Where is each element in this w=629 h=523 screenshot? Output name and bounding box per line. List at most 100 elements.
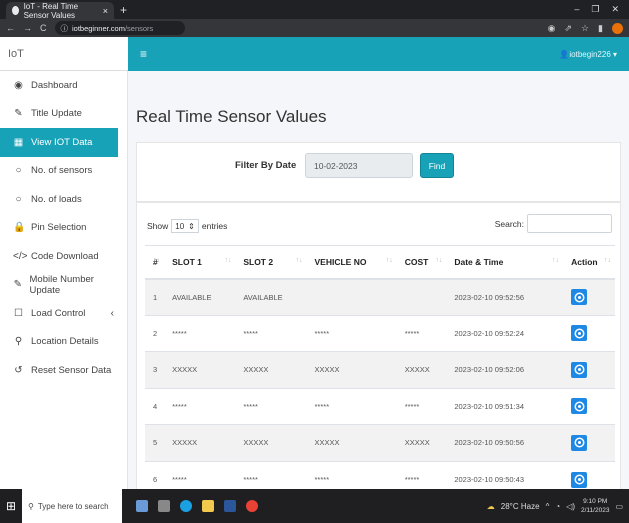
column-header[interactable]: SLOT 1 ↑↓ <box>164 245 236 280</box>
table-cell: ***** <box>235 314 307 352</box>
column-header[interactable]: VEHICLE NO ↑↓ <box>306 245 397 280</box>
table-cell: AVAILABLE <box>164 278 236 315</box>
table-row: 4 ***** ***** ***** ***** 2023-02-10 09:51:34 <box>145 387 615 425</box>
brand-logo[interactable]: IoT <box>0 37 128 71</box>
browser-tab[interactable]: IoT - Real Time Sensor Values × <box>6 1 114 20</box>
table-cell: XXXXX <box>235 351 307 388</box>
sidebar-item[interactable]: 🔒 Pin Selection <box>0 214 127 243</box>
minimize-button[interactable]: – <box>574 4 579 15</box>
chevron-left-icon[interactable]: ‹ <box>111 308 114 319</box>
table-cell: ***** <box>306 314 397 352</box>
sidebar-item[interactable]: ☐ Load Control ‹ <box>0 299 127 328</box>
sidebar-item[interactable]: ○ No. of sensors <box>0 157 127 186</box>
sidebar-item[interactable]: ▦ View IOT Data <box>0 128 118 157</box>
view-button[interactable] <box>571 434 588 451</box>
search-icon: ⚲ <box>28 501 34 511</box>
table-icon: ▦ <box>13 136 24 148</box>
sidebar-item-label: Mobile Number Update <box>29 273 94 296</box>
entries-control: Show 10 ⇕ entries <box>147 219 227 233</box>
sidebar-item[interactable]: ✎ Mobile Number Update <box>0 271 127 300</box>
column-header[interactable]: Action ↑↓ <box>563 245 615 280</box>
sort-icon: ↑↓ <box>153 257 161 264</box>
table-cell: ***** <box>235 387 307 425</box>
chrome-icon[interactable] <box>246 500 258 512</box>
sidebar-item-label: Reset Sensor Data <box>31 364 112 376</box>
new-tab-button[interactable]: + <box>120 3 127 17</box>
sidebar-item[interactable]: </> Code Download <box>0 242 127 271</box>
sidepanel-icon[interactable]: ▮ <box>598 23 603 34</box>
find-button[interactable]: Find <box>420 153 454 178</box>
view-button[interactable] <box>571 289 588 305</box>
menu-toggle-icon[interactable]: ≡ <box>140 47 147 61</box>
entries-select[interactable]: 10 ⇕ <box>171 219 199 233</box>
table-cell: XXXXX <box>396 424 447 461</box>
sort-icon: ↑↓ <box>552 257 560 264</box>
code-icon: </> <box>13 250 28 262</box>
table-row: 2 ***** ***** ***** ***** 2023-02-10 09:52:24 <box>145 314 615 352</box>
column-header[interactable]: # ↑↓ <box>145 245 165 280</box>
sidebar-item[interactable]: ⚲ Location Details <box>0 328 127 357</box>
view-button[interactable] <box>571 471 588 488</box>
site-info-icon[interactable]: ⓘ <box>61 23 69 34</box>
column-header[interactable]: COST ↑↓ <box>396 245 447 280</box>
profile-avatar[interactable] <box>612 22 623 34</box>
sidebar-item[interactable]: ↺ Reset Sensor Data <box>0 356 127 385</box>
window-close-button[interactable]: ✕ <box>611 4 619 15</box>
search-input[interactable] <box>527 214 612 233</box>
column-header[interactable]: Date & Time ↑↓ <box>446 245 564 280</box>
sidebar-item-label: No. of sensors <box>31 165 93 177</box>
weather-text[interactable]: 28°C Haze <box>501 502 540 511</box>
table-cell: ***** <box>396 314 447 352</box>
notification-icon[interactable]: ▭ <box>615 502 623 511</box>
widgets-icon[interactable] <box>158 500 170 512</box>
system-tray: ☁ 28°C Haze ^ ◔ ◁) 9:10 PM 2/11/2023 ▭ <box>487 497 629 515</box>
table-cell: 2023-02-10 09:51:34 <box>446 387 564 425</box>
edge-icon[interactable] <box>180 500 192 512</box>
file-explorer-icon[interactable] <box>202 500 214 512</box>
color-picker-icon[interactable]: ◉ <box>548 23 556 34</box>
view-button[interactable] <box>571 398 588 415</box>
table-cell: ***** <box>306 460 397 489</box>
action-cell <box>563 278 615 315</box>
lock-icon: 🔒 <box>13 222 26 234</box>
sidebar-item[interactable]: ✎ Title Update <box>0 100 127 129</box>
maximize-button[interactable]: ❐ <box>591 4 599 15</box>
edit-icon: ✎ <box>14 108 23 120</box>
table-cell: 2023-02-10 09:50:56 <box>446 424 564 461</box>
tab-close-icon[interactable]: × <box>103 6 108 16</box>
undo-icon: ↺ <box>14 364 23 376</box>
network-icon[interactable]: ◔ <box>555 502 560 511</box>
action-cell <box>563 424 615 461</box>
table-search: Search: <box>495 214 612 233</box>
column-header[interactable]: SLOT 2 ↑↓ <box>235 245 307 280</box>
taskbar-search[interactable]: ⚲ Type here to search <box>22 489 122 523</box>
column-header-label: SLOT 1 <box>172 256 202 267</box>
word-icon[interactable] <box>224 500 236 512</box>
share-icon[interactable]: ⇗ <box>564 23 572 34</box>
column-header-label: VEHICLE NO <box>314 256 367 267</box>
tab-title: IoT - Real Time Sensor Values <box>23 1 79 20</box>
table-cell: 5 <box>145 424 165 461</box>
date-input[interactable]: 10-02-2023 <box>305 153 413 178</box>
user-menu[interactable]: 👤iotbegin226 ▾ <box>559 50 617 59</box>
bookmark-star-icon[interactable]: ☆ <box>581 23 589 34</box>
sidebar-item[interactable]: ○ No. of loads <box>0 185 127 214</box>
volume-icon[interactable]: ◁) <box>566 502 575 511</box>
sidebar-item[interactable]: ◉ Dashboard <box>0 71 127 100</box>
table-cell: XXXXX <box>306 351 397 388</box>
view-button[interactable] <box>571 361 588 378</box>
task-view-icon[interactable] <box>136 500 148 512</box>
back-icon[interactable]: ← <box>6 23 15 33</box>
eye-icon <box>575 476 583 483</box>
taskbar-search-placeholder: Type here to search <box>37 501 109 511</box>
forward-icon[interactable]: → <box>23 23 32 33</box>
username: iotbegin226 ▾ <box>569 49 617 59</box>
view-button[interactable] <box>571 325 588 342</box>
table-cell: XXXXX <box>235 424 307 461</box>
clock[interactable]: 9:10 PM 2/11/2023 <box>581 497 609 515</box>
address-bar[interactable]: ⓘ iotbeginner.com/sensors <box>54 21 185 35</box>
reload-icon[interactable]: C <box>40 23 47 33</box>
tray-chevron-icon[interactable]: ^ <box>546 502 550 511</box>
sort-icon: ↑↓ <box>604 257 611 264</box>
windows-start-icon[interactable]: ⊞ <box>0 499 22 513</box>
